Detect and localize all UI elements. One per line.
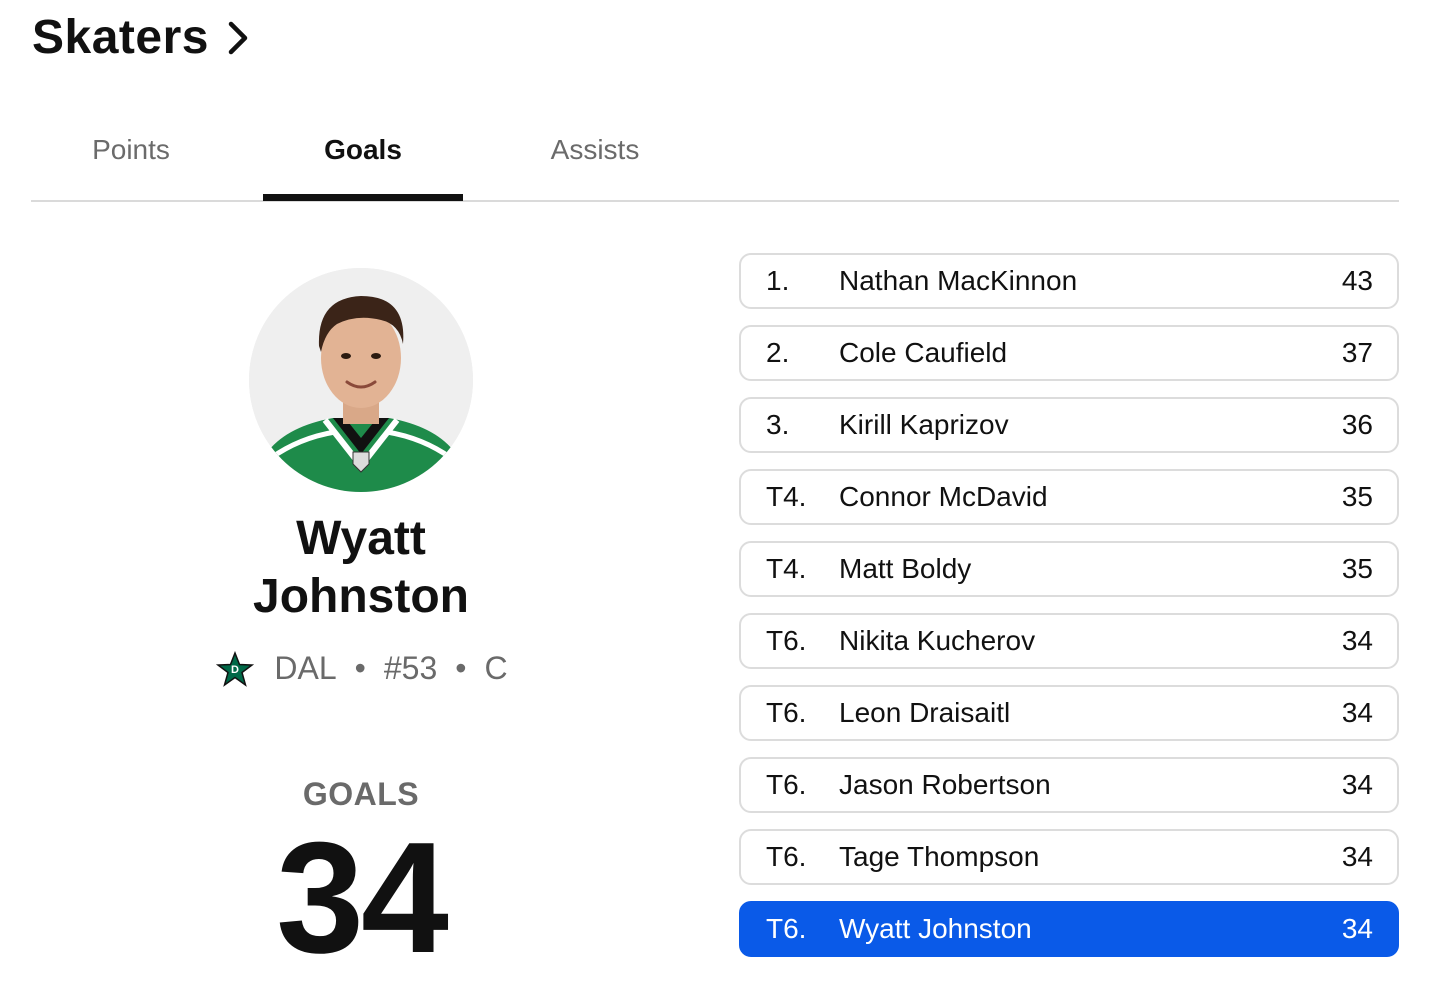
- leader-row[interactable]: T4. Connor McDavid 35: [739, 469, 1399, 525]
- leader-row[interactable]: T6. Jason Robertson 34: [739, 757, 1399, 813]
- player-last-name: Johnston: [253, 570, 469, 623]
- leader-rank: 1.: [766, 265, 790, 296]
- stat-label: GOALS: [302, 776, 420, 812]
- leader-name: Wyatt Johnston: [839, 913, 1032, 944]
- leader-value: 34: [1341, 913, 1373, 944]
- leader-name: Cole Caufield: [839, 337, 1008, 368]
- leader-row[interactable]: T4. Matt Boldy 35: [739, 541, 1399, 597]
- leader-row[interactable]: T6. Leon Draisaitl 34: [739, 685, 1399, 741]
- leader-value: 35: [1341, 553, 1373, 584]
- player-position: C: [484, 650, 508, 686]
- player-meta: D DAL • #53 • C: [180, 650, 542, 687]
- leader-rank: T6.: [766, 913, 807, 944]
- dallas-stars-logo-icon: D: [214, 650, 256, 687]
- leaders-list: 1. Nathan MacKinnon 43 2. Cole Caufield …: [739, 253, 1399, 973]
- tab-goals[interactable]: Goals: [263, 112, 463, 201]
- leader-rank: T6.: [766, 625, 807, 656]
- tab-points[interactable]: Points: [31, 112, 231, 198]
- leader-rank: T4.: [766, 481, 807, 512]
- leader-rank: 2.: [766, 337, 790, 368]
- leader-name: Matt Boldy: [839, 553, 972, 584]
- leader-row-selected[interactable]: T6. Wyatt Johnston 34: [739, 901, 1399, 957]
- leader-value: 35: [1341, 481, 1373, 512]
- player-avatar[interactable]: [249, 268, 473, 492]
- chevron-right-icon: [227, 18, 253, 58]
- player-number: #53: [383, 650, 438, 686]
- leader-name: Connor McDavid: [839, 481, 1048, 512]
- leader-name: Jason Robertson: [839, 769, 1051, 800]
- leader-rank: T4.: [766, 553, 807, 584]
- leader-name: Nathan MacKinnon: [839, 265, 1078, 296]
- leader-value: 34: [1341, 625, 1373, 656]
- leader-row[interactable]: 1. Nathan MacKinnon 43: [739, 253, 1399, 309]
- leader-value: 37: [1341, 337, 1373, 368]
- stat-tabs: Points Goals Assists: [31, 112, 1399, 202]
- leader-row[interactable]: 3. Kirill Kaprizov 36: [739, 397, 1399, 453]
- player-team: DAL: [274, 650, 337, 686]
- player-name: Wyatt Johnston: [180, 510, 542, 626]
- leader-value: 34: [1341, 697, 1373, 728]
- svg-text:D: D: [231, 664, 239, 676]
- leader-rank: T6.: [766, 697, 807, 728]
- player-headshot: [249, 268, 473, 492]
- leader-name: Nikita Kucherov: [839, 625, 1036, 656]
- leader-row[interactable]: 2. Cole Caufield 37: [739, 325, 1399, 381]
- section-title: Skaters: [32, 11, 209, 64]
- leader-name: Tage Thompson: [839, 841, 1040, 872]
- player-first-name: Wyatt: [296, 512, 426, 565]
- meta-separator: •: [354, 650, 366, 686]
- leader-name: Leon Draisaitl: [839, 697, 1011, 728]
- leader-row[interactable]: T6. Tage Thompson 34: [739, 829, 1399, 885]
- skaters-header-link[interactable]: Skaters: [32, 10, 253, 65]
- leader-row[interactable]: T6. Nikita Kucherov 34: [739, 613, 1399, 669]
- leader-value: 36: [1341, 409, 1373, 440]
- leader-rank: T6.: [766, 841, 807, 872]
- featured-player-card: Wyatt Johnston D DAL • #53 • C: [180, 268, 542, 687]
- stat-value: 34: [276, 810, 449, 986]
- leader-value: 34: [1341, 769, 1373, 800]
- meta-separator: •: [455, 650, 467, 686]
- leader-value: 43: [1341, 265, 1373, 296]
- leader-rank: T6.: [766, 769, 807, 800]
- leader-rank: 3.: [766, 409, 790, 440]
- leader-name: Kirill Kaprizov: [839, 409, 1009, 440]
- tab-assists[interactable]: Assists: [495, 112, 695, 198]
- leader-value: 34: [1341, 841, 1373, 872]
